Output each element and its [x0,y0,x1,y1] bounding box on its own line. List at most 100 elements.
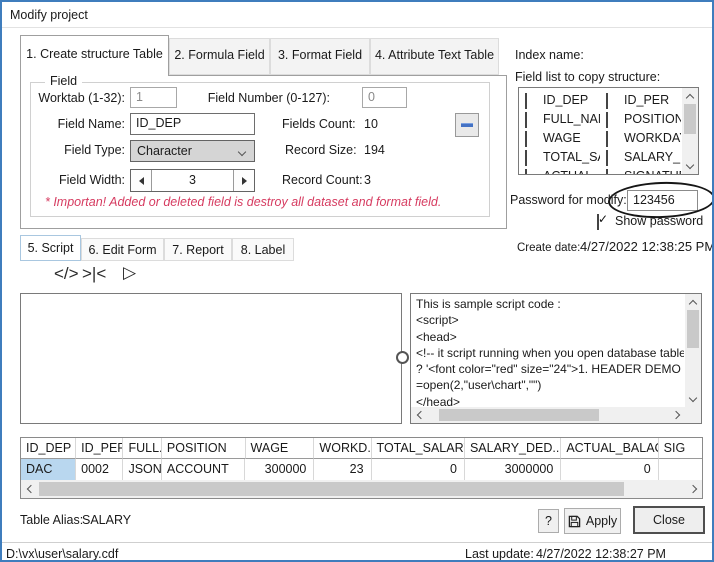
tab-edit-form[interactable]: 6. Edit Form [81,238,164,261]
tab-attribute-text-table[interactable]: 4. Attribute Text Table [370,38,499,75]
field-item-label: ID_PER [624,93,670,107]
scrollbar-thumb[interactable] [684,104,696,134]
last-update-value: 4/27/2022 12:38:27 PM [536,547,666,561]
table-cell[interactable]: 3000000 [465,459,562,480]
scroll-left-icon[interactable] [21,481,37,497]
close-button[interactable]: Close [633,506,705,534]
tab-format-field[interactable]: 3. Format Field [270,38,370,75]
field-name-input[interactable]: ID_DEP [130,113,255,135]
last-update-label: Last update: [465,547,534,561]
sample-hscrollbar[interactable] [411,407,685,423]
checkbox-field-4[interactable] [525,131,527,147]
show-password-checkbox[interactable]: ✓ [597,212,608,230]
table-cell[interactable]: JSON [123,459,162,480]
record-count-label: Record Count: [282,173,363,187]
remove-field-button[interactable] [455,113,479,137]
scroll-up-icon[interactable] [685,294,701,310]
field-type-label: Field Type: [64,143,125,157]
worktab-input[interactable]: 1 [130,87,177,108]
code-line: </head> [416,394,461,408]
tab-create-structure-table[interactable]: 1. Create structure Table [20,35,169,76]
create-date-label: Create date: [517,242,581,254]
column-header[interactable]: WAGE [245,438,315,459]
checkbox-field-2[interactable] [525,112,527,128]
table-cell[interactable]: 23 [314,459,372,480]
sample-vscrollbar[interactable] [685,294,701,407]
sample-script-text: This is sample script code : <script> <h… [416,296,684,408]
column-header[interactable]: SALARY_DED... [464,438,562,459]
table-cell[interactable]: 0 [372,459,465,480]
fields-count-value: 10 [364,117,378,131]
save-icon [568,515,581,527]
script-editor[interactable] [20,293,402,424]
code-icon[interactable]: </> [54,264,79,284]
column-header[interactable]: SIG [658,438,702,459]
column-header[interactable]: POSITION [161,438,246,459]
tab-script[interactable]: 5. Script [20,235,81,261]
table-cell[interactable]: 300000 [245,459,315,480]
field-number-input[interactable]: 0 [362,87,407,108]
code-line: ? '<font color="red" size="24">1. HEADER… [416,362,681,377]
scrollbar-thumb[interactable] [687,310,699,348]
code-line: <!-- it script running when you open dat… [416,345,684,360]
code-line: <head> [416,329,457,344]
collapse-icon[interactable]: >|< [82,264,106,284]
scrollbar-corner [685,407,701,423]
field-item-label: FULL_NAM [543,112,600,126]
titlebar-divider [2,27,712,28]
table-cell[interactable]: 0002 [76,459,124,480]
increment-button[interactable] [233,170,254,191]
column-header[interactable]: WORKD... [314,438,372,459]
scroll-down-icon[interactable] [685,391,701,407]
sample-script-panel[interactable]: This is sample script code : <script> <h… [410,293,702,424]
code-line: <script> [416,313,459,328]
field-item-label: ID_DEP [543,93,589,107]
tab-formula-field[interactable]: 2. Formula Field [169,38,270,75]
column-header[interactable]: ACTUAL_BALACE [561,438,659,459]
scrollbar-thumb[interactable] [439,409,599,421]
checkbox-field-5[interactable] [606,131,608,147]
table-cell[interactable] [659,459,702,480]
scroll-up-icon[interactable] [682,88,698,104]
field-item-label: ACTUAL_B [543,169,600,174]
scroll-down-icon[interactable] [682,158,698,174]
checkbox-field-9[interactable] [606,169,608,174]
scroll-left-icon[interactable] [411,407,427,423]
checkbox-field-8[interactable] [525,169,527,174]
field-type-dropdown[interactable]: Character [130,140,255,162]
checkbox-field-1[interactable] [606,93,608,109]
help-button[interactable]: ? [538,509,559,533]
table-cell-selected[interactable]: DAC [21,459,77,480]
column-header[interactable]: FULL... [123,438,162,459]
field-name-label: Field Name: [57,117,125,131]
tab-report[interactable]: 7. Report [164,238,232,261]
splitter-handle[interactable] [396,351,409,364]
tab-label[interactable]: 8. Label [232,238,294,261]
field-list-scrollbar[interactable] [682,88,698,174]
column-header[interactable]: ID_DEP [21,438,77,459]
field-number-label: Field Number (0-127): [207,91,330,105]
record-size-label: Record Size: [285,143,357,157]
field-copy-listbox[interactable]: ID_DEP ID_PER FULL_NAM POSITION WAGE WOR… [518,87,699,175]
column-header[interactable]: TOTAL_SALARY [371,438,465,459]
scrollbar-thumb[interactable] [39,482,624,496]
table-row[interactable]: DAC 0002 JSON ACCOUNT 300000 23 0 300000… [21,459,702,480]
checkbox-field-3[interactable] [606,112,608,128]
table-cell[interactable]: ACCOUNT [162,459,246,480]
destructive-warning-text: * Importan! Added or deleted field is de… [45,195,442,209]
scroll-right-icon[interactable] [686,481,702,497]
record-count-value: 3 [364,173,371,187]
checkbox-field-0[interactable] [525,93,527,109]
field-width-stepper: 3 [130,169,255,192]
decrement-button[interactable] [131,170,152,191]
table-cell[interactable]: 0 [561,459,659,480]
password-input[interactable]: 123456 [627,190,698,211]
checkbox-field-7[interactable] [606,150,608,166]
table-hscrollbar[interactable] [21,480,702,498]
checkbox-field-6[interactable] [525,150,527,166]
run-icon[interactable]: ▷ [123,263,136,283]
apply-button[interactable]: Apply [564,508,621,534]
field-width-value: 3 [189,173,196,187]
column-header[interactable]: ID_PER [76,438,124,459]
scroll-right-icon[interactable] [669,407,685,423]
